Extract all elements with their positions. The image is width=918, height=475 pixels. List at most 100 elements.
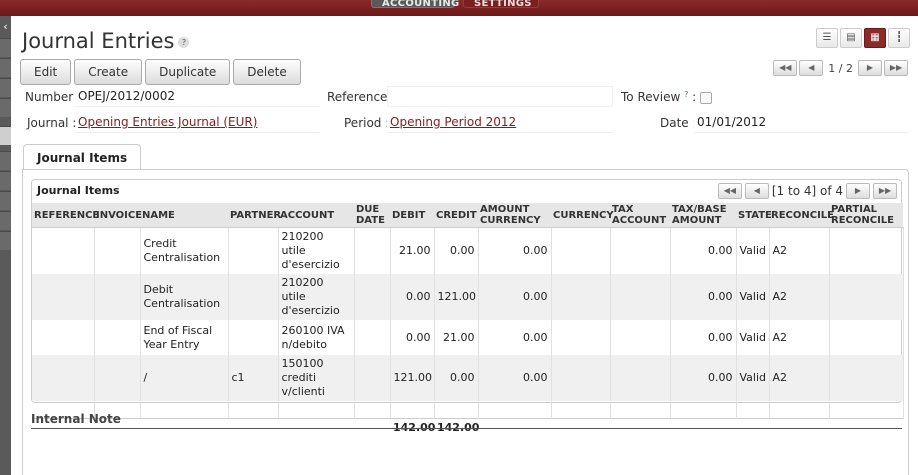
- tab-journal-items[interactable]: Journal Items: [23, 144, 142, 170]
- rail-segment[interactable]: [0, 191, 11, 210]
- next-page-icon[interactable]: ▶: [846, 183, 870, 199]
- rail-segment-active[interactable]: [0, 126, 11, 145]
- nav-settings[interactable]: SETTINGS: [463, 0, 539, 9]
- last-record-icon[interactable]: ▶▶: [884, 60, 908, 76]
- cell-state: Valid: [736, 227, 770, 274]
- cell-invoice: [94, 320, 141, 355]
- cell-amount-currency: 0.00: [478, 227, 552, 274]
- cell-state: Valid: [736, 274, 770, 320]
- rail-segment[interactable]: [0, 151, 11, 170]
- items-pager: ◀◀ ◀ [1 to 4] of 4 ▶ ▶▶: [717, 183, 897, 199]
- rail-segment[interactable]: [0, 78, 11, 97]
- empty-cell: [736, 401, 770, 418]
- cell-tax-account: [610, 355, 671, 401]
- table-row[interactable]: Credit Centralisation 210200 utile d'ese…: [32, 227, 904, 274]
- rail-segment[interactable]: [0, 231, 11, 250]
- rail-segment[interactable]: [0, 171, 11, 190]
- reference-field[interactable]: [387, 86, 613, 107]
- column-header[interactable]: DEBIT: [390, 203, 434, 228]
- cell-amount-currency: 0.00: [478, 274, 552, 320]
- next-record-icon[interactable]: ▶: [858, 60, 882, 76]
- column-header[interactable]: CREDIT: [434, 203, 478, 228]
- cell-partial-reconcile: [829, 227, 904, 274]
- journal-items-table: REFERENCE INVOICE NAME PARTNER ACCOUNT D…: [32, 203, 904, 437]
- column-header[interactable]: INVOICE: [94, 203, 142, 228]
- empty-cell: [228, 401, 279, 418]
- graph-icon[interactable]: ┇: [888, 28, 910, 48]
- left-rail: ‹: [0, 16, 11, 475]
- empty-cell: [829, 401, 904, 418]
- previous-page-icon[interactable]: ◀: [744, 183, 769, 199]
- help-icon[interactable]: ?: [178, 36, 190, 48]
- cell-account: 150100 crediti v/clienti: [278, 355, 355, 401]
- previous-record-icon[interactable]: ◀: [799, 60, 824, 76]
- rail-segment[interactable]: [0, 58, 11, 77]
- rail-segment[interactable]: [0, 98, 11, 117]
- rail-segment[interactable]: [0, 38, 11, 57]
- cell-name: Credit Centralisation: [140, 227, 229, 274]
- cell-state: Valid: [736, 320, 770, 355]
- empty-row: [32, 401, 904, 418]
- column-header[interactable]: DUE DATE: [354, 203, 390, 228]
- form-icon[interactable]: ▤: [840, 28, 862, 48]
- cell-invoice: [94, 355, 141, 401]
- date-field[interactable]: 01/01/2012: [694, 112, 908, 133]
- cell-currency: [551, 274, 611, 320]
- empty-cell: [434, 401, 479, 418]
- last-page-icon[interactable]: ▶▶: [873, 183, 897, 199]
- list-icon[interactable]: ☰: [816, 28, 838, 48]
- cell-partial-reconcile: [829, 320, 904, 355]
- duplicate-button[interactable]: Duplicate: [145, 59, 231, 85]
- nav-accounting[interactable]: ACCOUNTING: [371, 0, 459, 9]
- cell-tax-base: 0.00: [670, 274, 737, 320]
- cell-due-date: [354, 320, 391, 355]
- cell-reference: [32, 274, 95, 320]
- cell-reference: [32, 227, 95, 274]
- period-label: Period :: [344, 116, 390, 130]
- delete-button[interactable]: Delete: [233, 59, 301, 85]
- column-header[interactable]: NAME: [140, 203, 228, 228]
- column-header[interactable]: STATE: [736, 203, 772, 228]
- grid-icon[interactable]: ▦: [864, 28, 886, 48]
- column-header[interactable]: TAX ACCOUNT: [610, 203, 670, 228]
- internal-note-divider: [31, 428, 902, 429]
- number-label: Number :: [25, 90, 82, 104]
- edit-button[interactable]: Edit: [20, 59, 72, 85]
- main-content: Journal Entries? ☰ ▤ ▦ ┇ Edit Create Dup…: [11, 16, 918, 475]
- to-review-help-icon[interactable]: ?: [684, 90, 688, 99]
- cell-tax-account: [610, 320, 671, 355]
- column-header[interactable]: PARTNER: [228, 203, 281, 228]
- cell-name: /: [140, 355, 229, 401]
- rail-segment[interactable]: [0, 211, 11, 230]
- table-row[interactable]: / c1 150100 crediti v/clienti 121.00 0.0…: [32, 355, 904, 401]
- column-header[interactable]: CURRENCY: [551, 203, 614, 228]
- create-button[interactable]: Create: [74, 59, 143, 85]
- journal-label: Journal :: [27, 116, 77, 130]
- table-row[interactable]: Debit Centralisation 210200 utile d'eser…: [32, 274, 904, 320]
- cell-tax-base: 0.00: [670, 320, 737, 355]
- column-header[interactable]: ACCOUNT: [278, 203, 354, 228]
- journal-items-panel: Journal Items ◀◀ ◀ [1 to 4] of 4 ▶ ▶▶ RE…: [22, 169, 909, 475]
- cell-amount-currency: 0.00: [478, 355, 552, 401]
- period-field[interactable]: Opening Period 2012: [387, 112, 613, 133]
- collapse-sidebar-icon[interactable]: ‹: [0, 18, 11, 36]
- cell-currency: [551, 355, 611, 401]
- cell-name: Debit Centralisation: [140, 274, 229, 320]
- cell-partner: [228, 274, 279, 320]
- to-review-label: To Review ? :: [621, 90, 696, 104]
- column-header[interactable]: TAX/BASE AMOUNT: [670, 203, 736, 228]
- column-header[interactable]: RECONCILE: [769, 203, 834, 228]
- column-header[interactable]: AMOUNT CURRENCY: [478, 203, 551, 228]
- cell-currency: [551, 227, 611, 274]
- column-header[interactable]: REFERENCE: [32, 203, 99, 228]
- cell-debit: 21.00: [390, 227, 435, 274]
- column-header[interactable]: PARTIAL RECONCILE: [829, 203, 903, 228]
- first-record-icon[interactable]: ◀◀: [773, 60, 798, 76]
- journal-field[interactable]: Opening Entries Journal (EUR): [75, 112, 319, 133]
- empty-cell: [670, 401, 737, 418]
- cell-tax-account: [610, 274, 671, 320]
- number-field[interactable]: OPEJ/2012/0002: [75, 86, 319, 107]
- first-page-icon[interactable]: ◀◀: [717, 183, 742, 199]
- table-row[interactable]: End of Fiscal Year Entry 260100 IVA n/de…: [32, 320, 904, 355]
- to-review-checkbox[interactable]: [700, 92, 712, 104]
